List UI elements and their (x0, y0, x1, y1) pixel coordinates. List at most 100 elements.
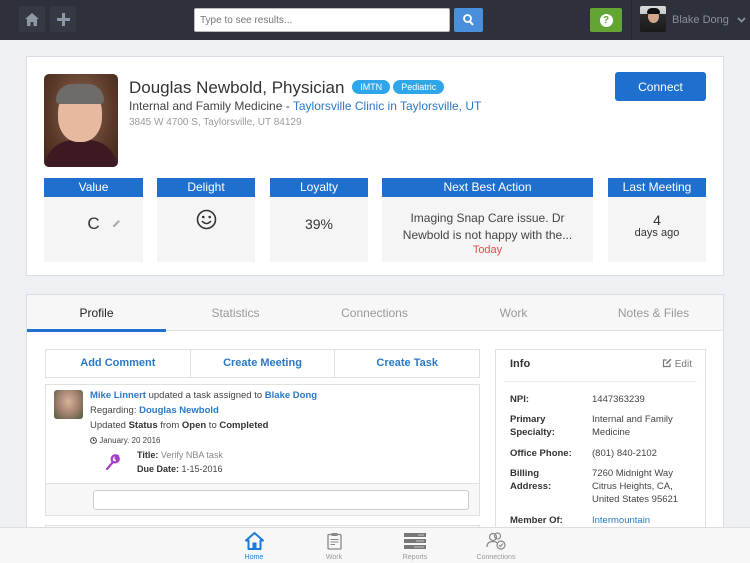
assignee-link[interactable]: Blake Dong (265, 390, 317, 401)
to-value: Completed (219, 420, 269, 431)
metric-loyalty: Loyalty 39% (270, 178, 368, 262)
next-best-action-text: Imaging Snap Care issue. Dr Newbold is n… (402, 211, 573, 242)
badge-pediatric: Pediatric (393, 80, 445, 94)
pencil-icon[interactable] (112, 219, 121, 228)
regarding-link[interactable]: Douglas Newbold (139, 405, 219, 416)
task-due-row: Due Date: 1-15-2016 (137, 464, 223, 474)
divider (504, 381, 697, 382)
info-key-npi: NPI: (510, 394, 529, 405)
info-value-member-of[interactable]: Intermountain (592, 514, 650, 527)
info-value-npi: 1447363239 (592, 394, 645, 405)
help-icon: ? (599, 13, 613, 27)
create-meeting-button[interactable]: Create Meeting (191, 350, 336, 377)
physician-name: Douglas Newbold, Physician (129, 78, 345, 97)
tab-work[interactable]: Work (444, 295, 583, 331)
actor-link[interactable]: Mike Linnert (90, 390, 146, 401)
reply-input[interactable] (93, 490, 469, 510)
nav-reports-label: Reports (402, 554, 428, 561)
metric-next-best-action[interactable]: Next Best Action Imaging Snap Care issue… (382, 178, 593, 262)
next-best-action-due: Today (472, 244, 503, 256)
reply-area (45, 484, 480, 516)
search-icon (463, 14, 474, 26)
nav-connections[interactable]: Connections (461, 531, 531, 561)
metric-last-meeting: Last Meeting 4 days ago (608, 178, 706, 262)
home-icon (25, 12, 39, 26)
feed-verb: updated a task assigned to (145, 390, 265, 401)
edit-button[interactable]: Edit (662, 358, 692, 370)
create-task-button[interactable]: Create Task (335, 350, 479, 377)
add-button[interactable] (50, 6, 76, 32)
metric-header: Value (44, 178, 143, 197)
tab-profile[interactable]: Profile (27, 295, 166, 332)
actor-avatar (54, 390, 83, 419)
physician-photo (44, 74, 118, 167)
plus-icon (56, 12, 70, 26)
metric-header: Loyalty (270, 178, 368, 197)
user-name[interactable]: Blake Dong (672, 14, 729, 26)
from-word: from (157, 420, 182, 431)
feed-date: January. 20 2016 (99, 436, 161, 445)
to-word: to (206, 420, 220, 431)
feed-headline: Mike Linnert updated a task assigned to … (90, 390, 317, 401)
from-value: Open (181, 420, 207, 431)
info-value-billing-address: 7260 Midnight Way Citrus Heights, CA, Un… (592, 468, 679, 505)
tab-bar: Profile Statistics Connections Work Note… (27, 295, 723, 332)
search-button[interactable] (454, 8, 483, 32)
task-title-value: Verify NBA task (158, 450, 223, 460)
specialty: Internal and Family Medicine - (129, 99, 293, 113)
wrench-icon (106, 454, 120, 470)
connections-icon (486, 532, 506, 550)
last-meeting-unit: days ago (634, 227, 680, 239)
nav-reports[interactable]: Reports (380, 531, 450, 561)
nav-work[interactable]: Work (299, 531, 369, 561)
add-comment-button[interactable]: Add Comment (46, 350, 191, 377)
info-key-billing-address: Billing Address: (510, 468, 552, 492)
info-card: Info Edit NPI: 1447363239 Primary Specia… (495, 349, 706, 535)
feed-date-row: January. 20 2016 (90, 436, 160, 445)
top-bar: ? Blake Dong (0, 0, 750, 40)
chevron-down-icon[interactable] (737, 17, 746, 23)
nav-work-label: Work (325, 554, 343, 561)
nav-connections-label: Connections (476, 554, 516, 561)
update-prefix: Updated (90, 420, 129, 431)
nav-home-label: Home (244, 554, 264, 561)
update-field: Status (128, 420, 158, 431)
profile-card: Douglas Newbold, Physician IMTN Pediatric… (26, 56, 724, 276)
tab-connections[interactable]: Connections (305, 295, 444, 331)
help-button[interactable]: ? (590, 8, 622, 32)
metric-loyalty-text: 39% (304, 216, 334, 232)
feed-update: Updated Status from Open to Completed (90, 420, 268, 431)
edit-icon (662, 358, 672, 368)
action-bar: Add Comment Create Meeting Create Task (45, 349, 480, 378)
info-title: Info (510, 358, 531, 370)
search-input[interactable] (194, 8, 450, 32)
specialty-line: Internal and Family Medicine - Taylorsvi… (129, 99, 481, 113)
address: 3845 W 4700 S, Taylorsville, UT 84129 (129, 117, 302, 128)
metric-header: Last Meeting (608, 178, 706, 197)
feed-regarding: Regarding: Douglas Newbold (90, 405, 219, 416)
divider (631, 0, 632, 40)
user-avatar[interactable] (640, 6, 666, 32)
metric-value-text: C (87, 214, 100, 233)
nav-home[interactable]: Home (219, 531, 289, 561)
metric-value: Value C (44, 178, 143, 262)
clinic-link[interactable]: Taylorsville Clinic in Taylorsville, UT (293, 99, 482, 113)
tab-panel: Profile Statistics Connections Work Note… (26, 294, 724, 535)
home-button[interactable] (19, 6, 45, 32)
metric-header: Next Best Action (382, 178, 593, 197)
clipboard-icon (326, 533, 342, 550)
home-icon (244, 532, 264, 550)
info-key-member-of: Member Of: (510, 515, 563, 526)
activity-feed-item: Mike Linnert updated a task assigned to … (45, 384, 480, 484)
clock-icon (90, 437, 97, 444)
task-due-label: Due Date: (137, 464, 180, 474)
connect-button[interactable]: Connect (615, 72, 706, 101)
physician-name-line: Douglas Newbold, Physician IMTN Pediatric (129, 78, 445, 98)
info-value-primary-specialty: Internal and Family Medicine (592, 414, 673, 438)
info-key-office-phone: Office Phone: (510, 448, 572, 459)
tab-notes-files[interactable]: Notes & Files (584, 295, 723, 331)
tab-statistics[interactable]: Statistics (166, 295, 305, 331)
task-due-value: 1-15-2016 (179, 464, 223, 474)
badge-imtn: IMTN (352, 80, 391, 94)
bottom-nav: Home Work Reports Connections (0, 527, 750, 563)
